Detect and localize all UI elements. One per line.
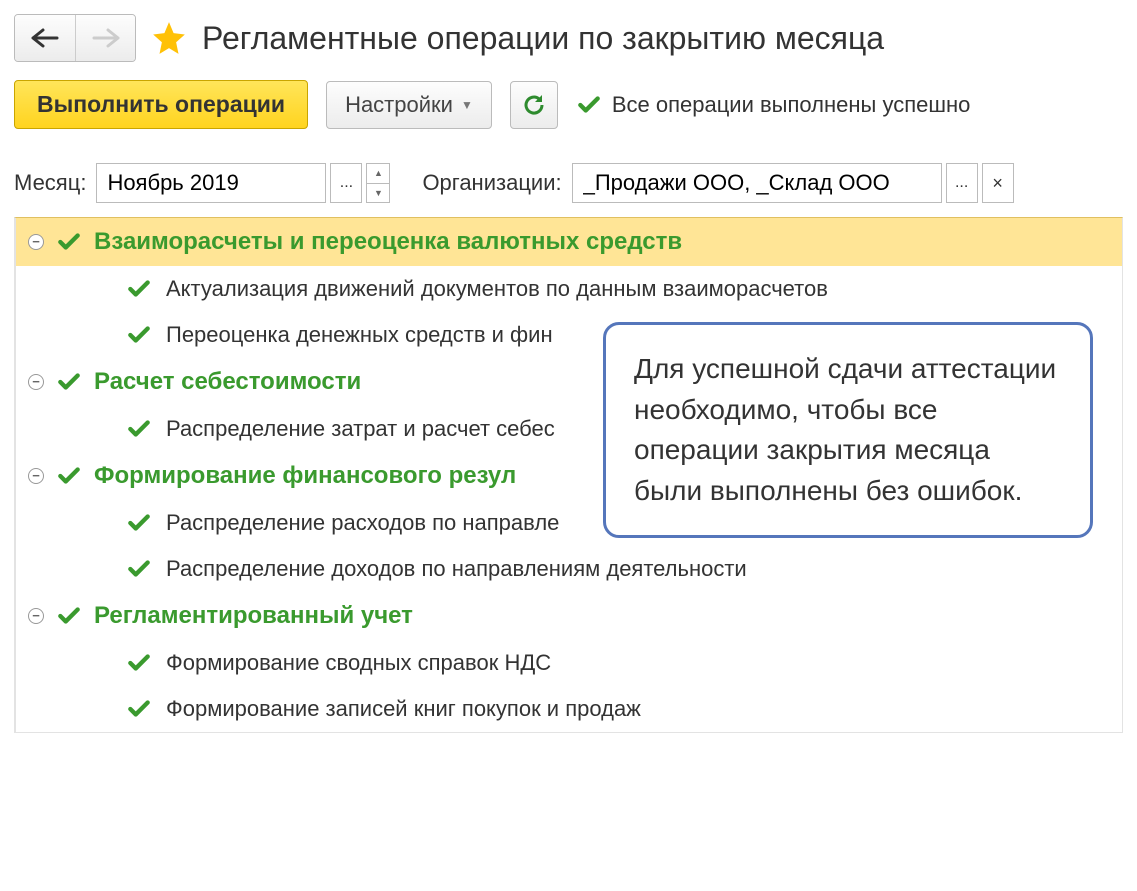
info-callout: Для успешной сдачи аттестации необходимо…	[603, 322, 1093, 538]
status-text: Все операции выполнены успешно	[612, 92, 971, 118]
settings-label: Настройки	[345, 92, 453, 118]
item-label: Переоценка денежных средств и фин	[166, 322, 553, 348]
month-up-button[interactable]: ▲	[367, 164, 389, 183]
item-label: Формирование записей книг покупок и прод…	[166, 696, 641, 722]
check-icon	[56, 229, 82, 255]
check-icon	[126, 416, 152, 442]
filter-row: Месяц: ... ▲ ▼ Организации: ... ×	[14, 163, 1123, 203]
refresh-icon	[522, 93, 546, 117]
status-row: Все операции выполнены успешно	[576, 92, 971, 118]
arrow-right-icon	[92, 28, 120, 48]
arrow-left-icon	[31, 28, 59, 48]
callout-text: Для успешной сдачи аттестации необходимо…	[634, 353, 1056, 506]
collapse-icon[interactable]: −	[28, 468, 44, 484]
group-title: Регламентированный учет	[94, 602, 413, 630]
collapse-icon[interactable]: −	[28, 374, 44, 390]
group-title: Формирование финансового резул	[94, 462, 516, 490]
chevron-down-icon: ▼	[461, 98, 473, 112]
org-select-button[interactable]: ...	[946, 163, 978, 203]
org-clear-button[interactable]: ×	[982, 163, 1014, 203]
check-icon	[56, 369, 82, 395]
header-bar: Регламентные операции по закрытию месяца	[14, 14, 1123, 62]
month-label: Месяц:	[14, 170, 86, 196]
tree-item[interactable]: Актуализация движений документов по данн…	[16, 266, 1122, 312]
tree-group-header[interactable]: − Взаиморасчеты и переоценка валютных сре…	[16, 218, 1122, 266]
check-icon	[56, 603, 82, 629]
check-icon	[126, 650, 152, 676]
back-button[interactable]	[15, 15, 75, 61]
check-icon	[126, 322, 152, 348]
check-icon	[126, 556, 152, 582]
item-label: Распределение расходов по направле	[166, 510, 559, 536]
settings-button[interactable]: Настройки ▼	[326, 81, 492, 129]
forward-button[interactable]	[75, 15, 135, 61]
tree-item[interactable]: Формирование записей книг покупок и прод…	[16, 686, 1122, 732]
item-label: Формирование сводных справок НДС	[166, 650, 551, 676]
check-icon	[576, 92, 602, 118]
collapse-icon[interactable]: −	[28, 608, 44, 624]
org-label: Организации:	[422, 170, 561, 196]
check-icon	[126, 696, 152, 722]
execute-button[interactable]: Выполнить операции	[14, 80, 308, 129]
item-label: Распределение затрат и расчет себес	[166, 416, 555, 442]
favorite-star-icon[interactable]	[150, 19, 188, 57]
collapse-icon[interactable]: −	[28, 234, 44, 250]
refresh-button[interactable]	[510, 81, 558, 129]
month-down-button[interactable]: ▼	[367, 183, 389, 203]
group-title: Взаиморасчеты и переоценка валютных сред…	[94, 228, 682, 256]
check-icon	[126, 510, 152, 536]
tree-item[interactable]: Распределение доходов по направлениям де…	[16, 546, 1122, 592]
nav-buttons	[14, 14, 136, 62]
tree-item[interactable]: Формирование сводных справок НДС	[16, 640, 1122, 686]
month-spinner: ▲ ▼	[366, 163, 390, 203]
group-title: Расчет себестоимости	[94, 368, 361, 396]
check-icon	[56, 463, 82, 489]
toolbar: Выполнить операции Настройки ▼ Все опера…	[14, 80, 1123, 129]
item-label: Распределение доходов по направлениям де…	[166, 556, 747, 582]
item-label: Актуализация движений документов по данн…	[166, 276, 828, 302]
page-title: Регламентные операции по закрытию месяца	[202, 20, 884, 57]
month-select-button[interactable]: ...	[330, 163, 362, 203]
check-icon	[126, 276, 152, 302]
tree-group-header[interactable]: − Регламентированный учет	[16, 592, 1122, 640]
org-input[interactable]	[572, 163, 942, 203]
month-input[interactable]	[96, 163, 326, 203]
tree-group: − Регламентированный учет Формирование сво…	[16, 592, 1122, 732]
